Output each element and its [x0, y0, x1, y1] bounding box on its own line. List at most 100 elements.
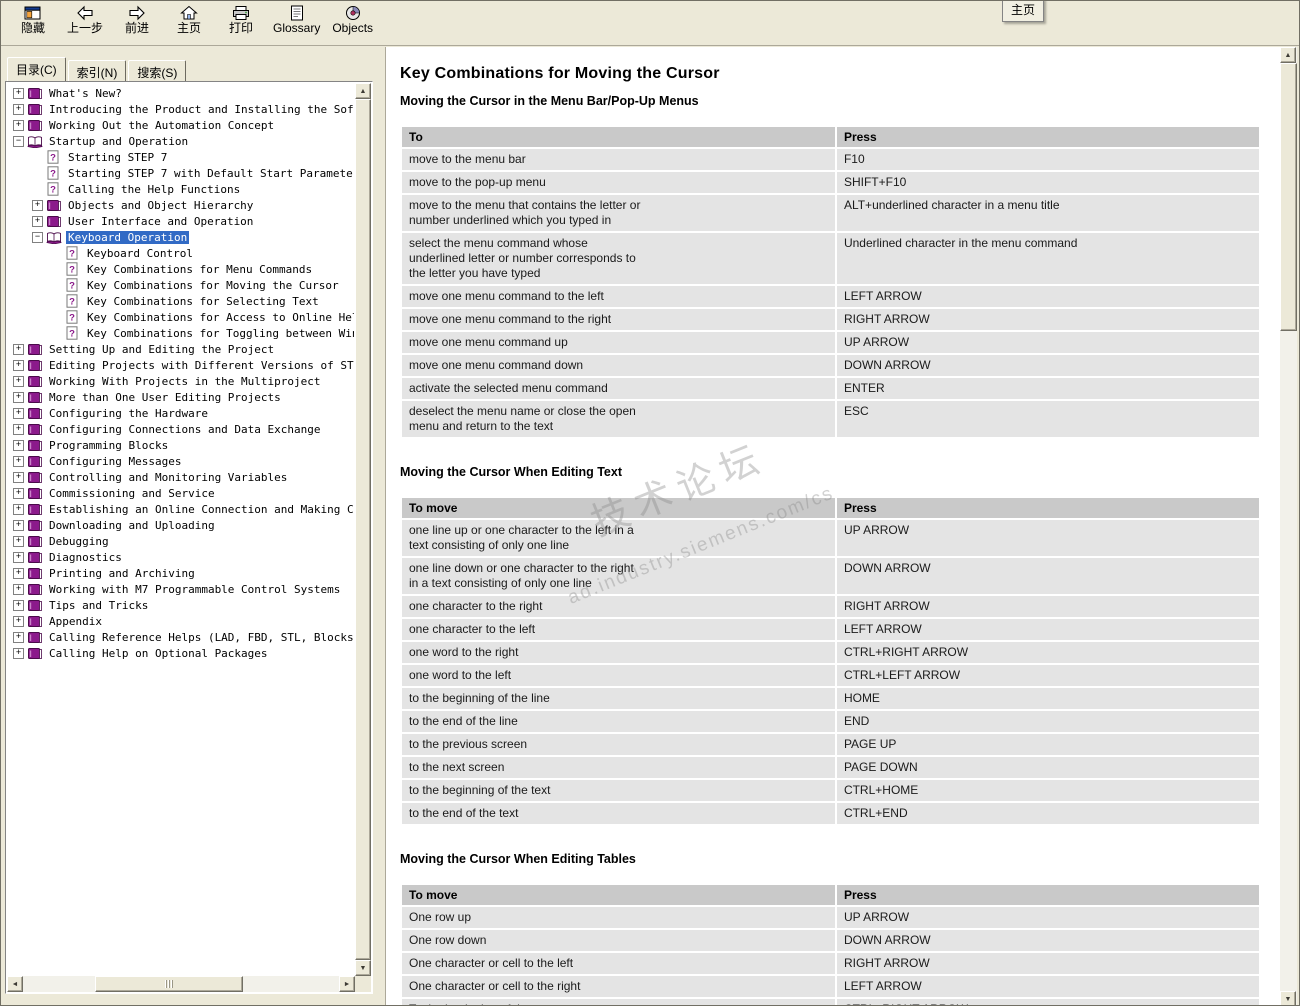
tree-item[interactable]: − Startup and Operation [9, 133, 354, 149]
tree-item[interactable]: + Appendix [9, 613, 354, 629]
tree-item[interactable]: ? Key Combinations for Selecting Text [9, 293, 354, 309]
expand-icon[interactable]: + [13, 343, 24, 355]
objects-button[interactable]: Objects [326, 3, 379, 45]
back-button-label: 上一步 [66, 21, 103, 35]
tree-item[interactable]: + Calling Reference Helps (LAD, FBD, STL,… [9, 629, 354, 645]
expand-icon[interactable]: + [13, 119, 24, 131]
expand-icon[interactable]: + [13, 455, 24, 467]
table-row: to the end of the line END [402, 711, 1259, 732]
hide-button[interactable]: 隐藏 [7, 3, 59, 45]
expand-icon[interactable]: + [13, 423, 24, 435]
expand-icon[interactable]: + [13, 519, 24, 531]
tree-item[interactable]: + Editing Projects with Different Version… [9, 357, 354, 373]
tree-item[interactable]: + Diagnostics [9, 549, 354, 565]
tree-vertical-scrollbar[interactable]: ▲ ▼ [355, 83, 371, 976]
tree-item[interactable]: + Introducing the Product and Installing … [9, 101, 354, 117]
tab-index[interactable]: 索引(N) [67, 60, 127, 81]
tree-item[interactable]: + What's New? [9, 85, 354, 101]
tab-contents[interactable]: 目录(C) [7, 57, 66, 81]
scroll-right-button[interactable]: ► [339, 976, 355, 992]
scroll-left-button[interactable]: ◄ [7, 976, 23, 992]
tree-item[interactable]: + Downloading and Uploading [9, 517, 354, 533]
tree-item[interactable]: + Working Out the Automation Concept [9, 117, 354, 133]
tree-item[interactable]: + Tips and Tricks [9, 597, 354, 613]
forward-button[interactable]: 前进 [111, 3, 163, 45]
table-row: one line up or one character to the left… [402, 520, 1259, 556]
table-cell: One character or cell to the left [402, 953, 835, 974]
collapse-icon[interactable]: − [32, 231, 43, 243]
tree-item[interactable]: ? Key Combinations for Access to Online H… [9, 309, 354, 325]
tree-item[interactable]: + Programming Blocks [9, 437, 354, 453]
expand-icon[interactable]: + [32, 199, 43, 211]
table-row: one line down or one character to the ri… [402, 558, 1259, 594]
expand-icon[interactable]: + [32, 215, 43, 227]
collapse-icon[interactable]: − [13, 135, 24, 147]
expand-icon[interactable]: + [13, 583, 24, 595]
expand-icon[interactable]: + [13, 503, 24, 515]
tree-horizontal-scrollbar[interactable]: ◄ ► [7, 976, 355, 992]
tree-item[interactable]: ? Starting STEP 7 with Default Start Para… [9, 165, 354, 181]
tree-item[interactable]: + Setting Up and Editing the Project [9, 341, 354, 357]
tree-item[interactable]: + Working with M7 Programmable Control Sy… [9, 581, 354, 597]
tree-item[interactable]: ? Key Combinations for Menu Commands [9, 261, 354, 277]
tree-item[interactable]: + User Interface and Operation [9, 213, 354, 229]
expand-icon[interactable]: + [13, 647, 24, 659]
scroll-down-button[interactable]: ▼ [355, 960, 371, 976]
expand-icon[interactable]: + [13, 439, 24, 451]
table-row: move one menu command up UP ARROW [402, 332, 1259, 353]
expand-icon[interactable]: + [13, 407, 24, 419]
table-cell: F10 [836, 149, 1259, 170]
glossary-button[interactable]: Glossary [267, 3, 326, 45]
expand-icon[interactable]: + [13, 391, 24, 403]
tree-item-label: Diagnostics [49, 550, 122, 564]
expand-icon[interactable]: + [13, 487, 24, 499]
tree-item[interactable]: + Commissioning and Service [9, 485, 354, 501]
expand-icon[interactable]: + [13, 375, 24, 387]
tree-item[interactable]: + More than One User Editing Projects [9, 389, 354, 405]
tree-item[interactable]: + Calling Help on Optional Packages [9, 645, 354, 661]
tree-item[interactable]: ? Starting STEP 7 [9, 149, 354, 165]
scrollbar-corner [355, 976, 371, 992]
tree-item[interactable]: + Configuring Connections and Data Exchan… [9, 421, 354, 437]
tab-search[interactable]: 搜索(S) [128, 60, 187, 81]
book-icon [27, 454, 43, 468]
expand-icon[interactable]: + [13, 103, 24, 115]
expand-icon[interactable]: + [13, 359, 24, 371]
home-button[interactable]: 主页 [163, 3, 215, 45]
scroll-thumb[interactable] [95, 976, 243, 992]
tree-item[interactable]: ? Key Combinations for Moving the Cursor [9, 277, 354, 293]
tree-item-label: Configuring the Hardware [49, 406, 208, 420]
table-row: move one menu command down DOWN ARROW [402, 355, 1259, 376]
expand-icon[interactable]: + [13, 87, 24, 99]
scroll-up-button[interactable]: ▲ [1280, 47, 1296, 63]
print-button[interactable]: 打印 [215, 3, 267, 45]
expand-icon[interactable]: + [13, 471, 24, 483]
expand-icon[interactable]: + [13, 615, 24, 627]
tree-item[interactable]: + Controlling and Monitoring Variables [9, 469, 354, 485]
scroll-thumb[interactable] [1280, 63, 1297, 331]
expand-icon[interactable]: + [13, 535, 24, 547]
expand-icon[interactable]: + [13, 567, 24, 579]
tree-item[interactable]: + Objects and Object Hierarchy [9, 197, 354, 213]
tree-item[interactable]: + Establishing an Online Connection and M… [9, 501, 354, 517]
scroll-thumb[interactable] [355, 99, 371, 960]
tree-item[interactable]: ? Key Combinations for Toggling between W… [9, 325, 354, 341]
tree-item[interactable]: + Configuring the Hardware [9, 405, 354, 421]
tree-item[interactable]: − Keyboard Operation [9, 229, 354, 245]
scroll-up-button[interactable]: ▲ [355, 83, 371, 99]
tree-item[interactable]: ? Keyboard Control [9, 245, 354, 261]
expand-icon[interactable]: + [13, 551, 24, 563]
expand-icon[interactable]: + [13, 631, 24, 643]
book-icon [46, 198, 62, 212]
tree-item[interactable]: + Printing and Archiving [9, 565, 354, 581]
expand-icon[interactable]: + [13, 599, 24, 611]
back-button[interactable]: 上一步 [59, 3, 111, 45]
tree-item[interactable]: + Working With Projects in the Multiproje… [9, 373, 354, 389]
tree-item[interactable]: + Debugging [9, 533, 354, 549]
tree-item-label: Starting STEP 7 [68, 150, 168, 164]
help-page-icon: ? [65, 262, 81, 276]
tree-item[interactable]: + Configuring Messages [9, 453, 354, 469]
content-vertical-scrollbar[interactable]: ▲ ▼ [1280, 47, 1297, 1005]
tree-item[interactable]: ? Calling the Help Functions [9, 181, 354, 197]
scroll-down-button[interactable]: ▼ [1280, 991, 1296, 1005]
